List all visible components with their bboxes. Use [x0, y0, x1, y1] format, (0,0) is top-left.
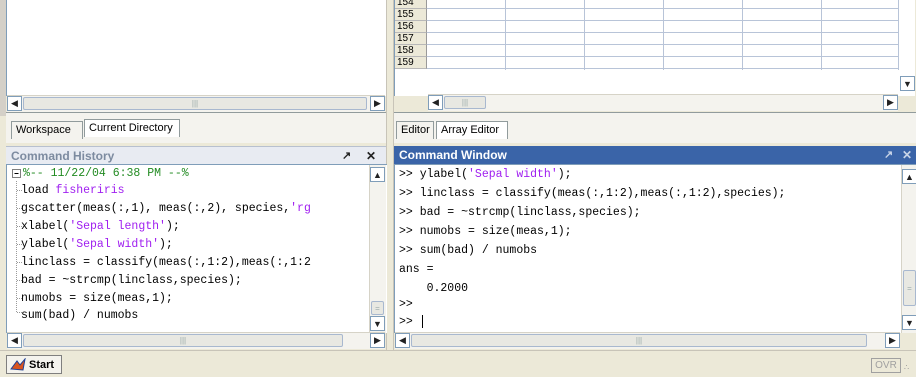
tab-array-editor[interactable]: Array Editor	[436, 121, 508, 139]
history-item[interactable]: load fisheriris	[21, 184, 125, 200]
scroll-right-arrow-icon[interactable]: ▶	[883, 95, 898, 110]
command-input-prompt[interactable]: >>	[399, 315, 423, 331]
undock-icon[interactable]: ↗	[342, 149, 351, 162]
scroll-right-arrow-icon[interactable]: ▶	[370, 96, 385, 111]
history-item[interactable]: ylabel('Sepal width');	[21, 238, 173, 254]
command-line: >> ylabel('Sepal width');	[399, 168, 572, 181]
command-line: >> bad = ~strcmp(linclass,species);	[399, 206, 641, 219]
close-icon[interactable]: ✕	[366, 149, 376, 163]
scroll-down-arrow-icon[interactable]: ▼	[900, 76, 915, 91]
command-output: 0.2000	[399, 282, 469, 295]
scroll-left-arrow-icon[interactable]: ◀	[395, 333, 410, 348]
row-number: 159	[395, 57, 427, 69]
row-number: 154	[395, 0, 427, 9]
command-line: >> linclass = classify(meas(:,1:2),meas(…	[399, 187, 786, 200]
tab-workspace[interactable]: Workspace	[11, 121, 83, 139]
history-item[interactable]: linclass = classify(meas(:,1:2),meas(:,1…	[21, 256, 311, 272]
history-item[interactable]: sum(bad) / numobs	[21, 309, 138, 325]
row-number: 157	[395, 33, 427, 45]
array-grid-lines	[427, 0, 899, 70]
text-cursor	[421, 315, 423, 328]
command-line: >> numobs = size(meas,1);	[399, 225, 572, 238]
left-dock-edge	[0, 0, 6, 116]
hscroll-thumb[interactable]: |||	[411, 334, 867, 347]
command-history-pane: %-- 11/22/04 6:38 PM --% load fisheriris…	[6, 164, 387, 333]
matlab-logo-icon	[10, 357, 26, 371]
command-history-title: Command History	[11, 149, 115, 163]
history-item[interactable]: gscatter(meas(:,1), meas(:,2), species,'…	[21, 202, 311, 218]
scroll-left-arrow-icon[interactable]: ◀	[7, 96, 22, 111]
ovr-indicator: OVR	[871, 358, 901, 373]
scroll-down-arrow-icon[interactable]: ▼	[902, 315, 916, 330]
scroll-left-arrow-icon[interactable]: ◀	[7, 333, 22, 348]
hscroll-thumb[interactable]: |||	[23, 334, 343, 347]
start-button[interactable]: Start	[6, 355, 62, 374]
history-vscrollbar[interactable]: ▲ = ▼	[369, 165, 386, 333]
scroll-up-arrow-icon[interactable]: ▲	[370, 167, 385, 182]
row-number: 156	[395, 21, 427, 33]
history-item[interactable]: numobs = size(meas,1);	[21, 292, 173, 308]
command-window-titlebar: Command Window ↗ ✕	[394, 146, 916, 164]
scroll-down-arrow-icon[interactable]: ▼	[370, 316, 385, 331]
command-output: ans =	[399, 263, 434, 276]
vscroll-thumb[interactable]: =	[371, 301, 384, 315]
command-window-vscrollbar[interactable]: ▲ = ▼	[901, 165, 916, 333]
array-editor-hscrollbar[interactable]: ◀ ||| ▶	[428, 94, 898, 111]
row-number: 155	[395, 9, 427, 21]
command-window-hscrollbar[interactable]: ◀ ||| ▶	[395, 332, 900, 349]
vertical-splitter[interactable]	[386, 0, 394, 355]
array-grid: 154 155 156 157 158 159	[395, 0, 899, 88]
history-session-header[interactable]: %-- 11/22/04 6:38 PM --%	[23, 167, 189, 180]
workspace-pane	[6, 0, 388, 96]
workspace-hscrollbar[interactable]: ◀ ||| ▶	[7, 95, 385, 112]
history-hscrollbar[interactable]: ◀ ||| ▶	[7, 332, 385, 349]
command-prompt: >>	[399, 298, 413, 311]
history-item[interactable]: xlabel('Sepal length');	[21, 220, 180, 236]
command-window-title: Command Window	[399, 148, 507, 162]
tab-current-directory[interactable]: Current Directory	[84, 119, 180, 137]
scroll-left-arrow-icon[interactable]: ◀	[428, 95, 443, 110]
scroll-up-arrow-icon[interactable]: ▲	[902, 169, 916, 184]
command-window-pane[interactable]: >> ylabel('Sepal width'); >> linclass = …	[394, 164, 916, 333]
close-icon[interactable]: ✕	[902, 148, 912, 162]
history-item[interactable]: bad = ~strcmp(linclass,species);	[21, 274, 242, 290]
undock-icon[interactable]: ↗	[884, 148, 893, 161]
resize-grip-icon[interactable]: ∴	[904, 363, 914, 373]
row-number: 158	[395, 45, 427, 57]
array-editor-pane: 154 155 156 157 158 159 ▼	[394, 0, 915, 96]
start-label: Start	[29, 358, 55, 371]
scroll-right-arrow-icon[interactable]: ▶	[370, 333, 385, 348]
scroll-right-arrow-icon[interactable]: ▶	[885, 333, 900, 348]
hscroll-thumb[interactable]: |||	[444, 96, 486, 109]
hscroll-thumb[interactable]: |||	[23, 97, 367, 110]
vscroll-thumb[interactable]: =	[903, 270, 916, 306]
command-line: >> sum(bad) / numobs	[399, 244, 538, 257]
tab-editor[interactable]: Editor	[396, 121, 434, 139]
status-bar: Start OVR ∴	[0, 350, 916, 377]
command-history-titlebar: Command History ↗ ✕	[6, 146, 386, 164]
